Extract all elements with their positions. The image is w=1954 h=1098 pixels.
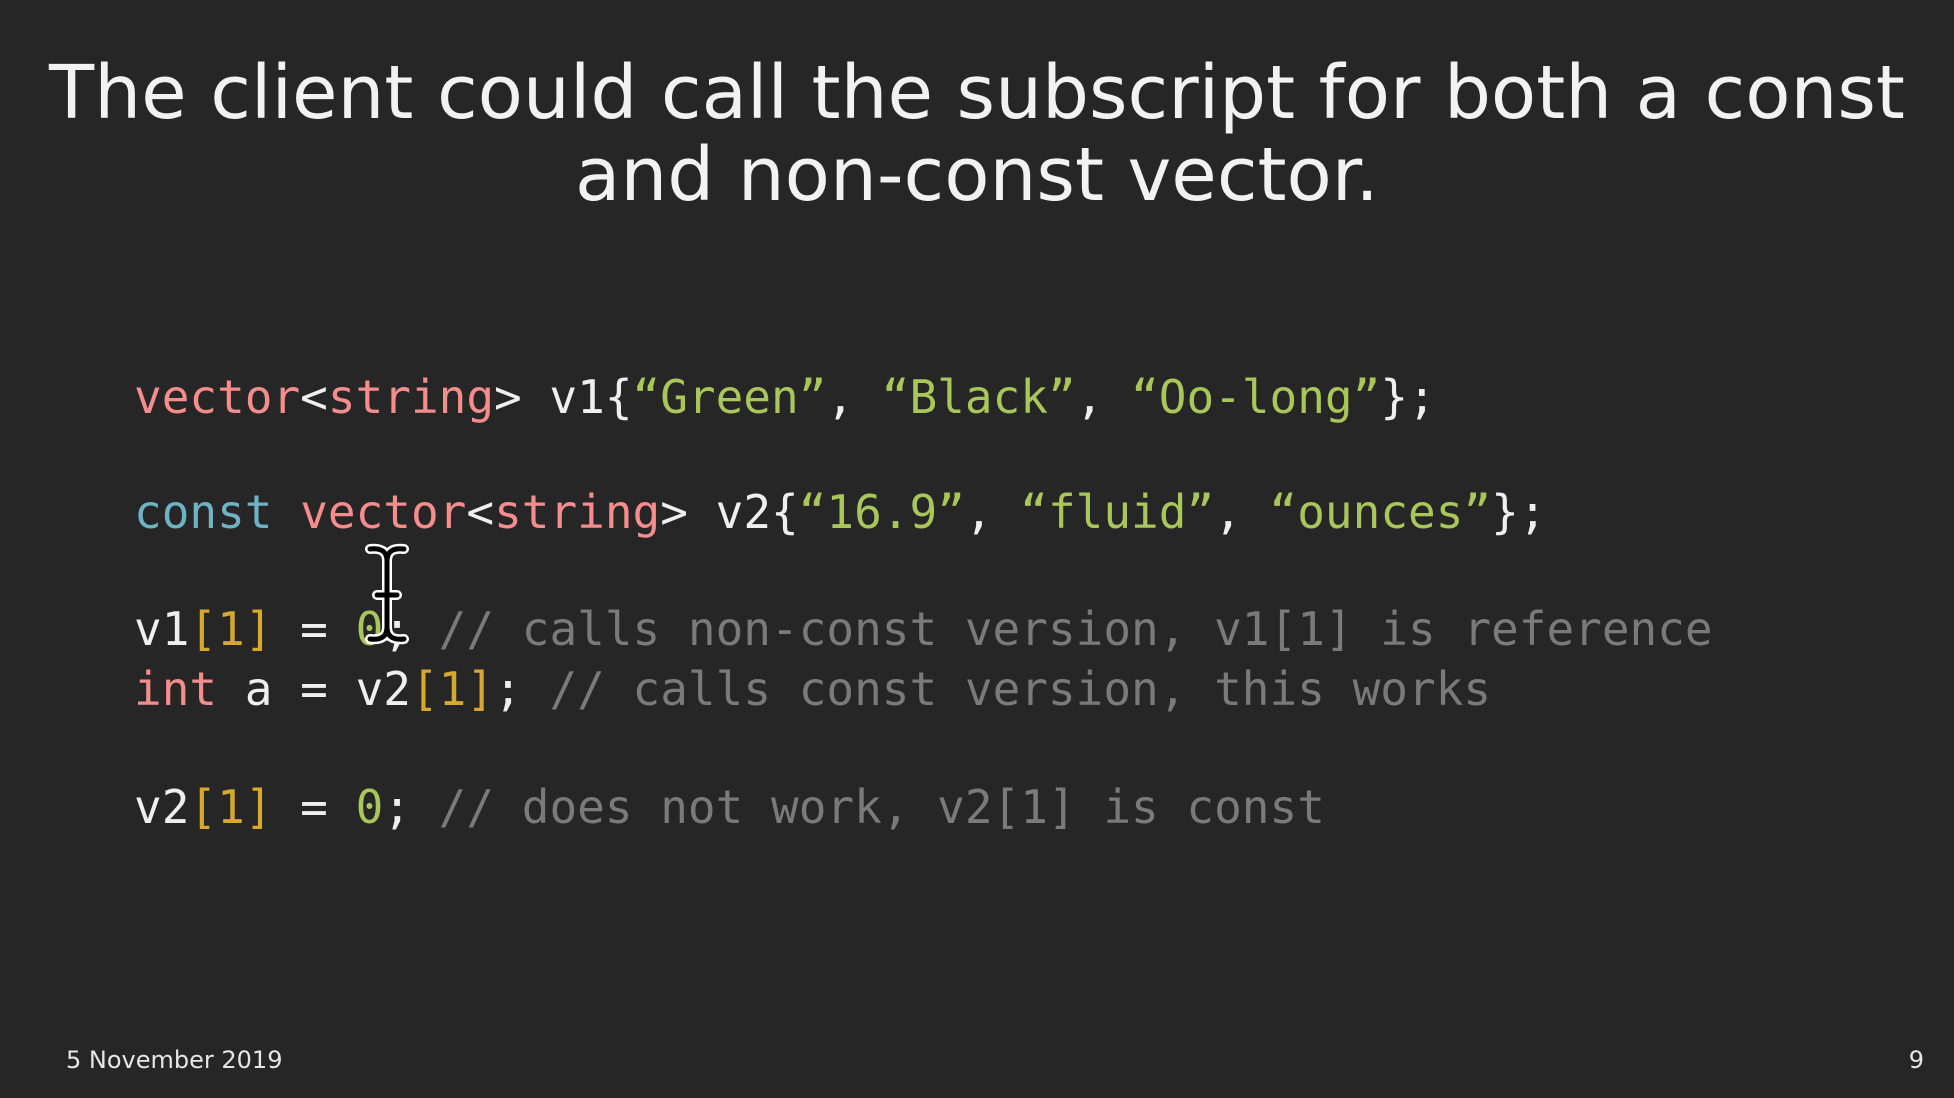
code-token-type: string bbox=[494, 485, 661, 539]
code-token-string: “Green” bbox=[632, 370, 827, 424]
code-token-comment: // does not work, v2[1] is const bbox=[438, 780, 1325, 834]
code-token-punct: , bbox=[1075, 370, 1132, 424]
code-token-punct: , bbox=[826, 370, 882, 424]
code-token-type: int bbox=[134, 662, 218, 716]
slide-page-number: 9 bbox=[1908, 1046, 1924, 1074]
code-token-variable: v1 bbox=[134, 602, 190, 656]
code-token-operator: = bbox=[272, 602, 356, 656]
code-token-text: a = v2 bbox=[217, 662, 411, 716]
slide: The client could call the subscript for … bbox=[0, 0, 1954, 1098]
code-token-punct: > v2{ bbox=[660, 485, 799, 539]
code-token-punct: }; bbox=[1491, 485, 1547, 539]
code-line-2: const vector<string> v2{“16.9”, “fluid”,… bbox=[134, 485, 1547, 539]
code-token-punct: , bbox=[964, 485, 1021, 539]
code-token-type: string bbox=[327, 370, 495, 424]
code-token-index: [1] bbox=[189, 780, 273, 834]
code-token-punct: , bbox=[1214, 485, 1270, 539]
code-token-index: [1] bbox=[189, 602, 273, 656]
code-token-number: 0 bbox=[355, 780, 384, 834]
code-token-string: “ounces” bbox=[1269, 485, 1492, 539]
footer-date: 5 November 2019 bbox=[66, 1046, 283, 1074]
code-token-comment: // calls non-const version, v1[1] is ref… bbox=[438, 602, 1713, 656]
code-token-punct: < bbox=[300, 370, 328, 424]
code-token-punct: ; bbox=[383, 780, 439, 834]
code-line-4: int a = v2[1]; // calls const version, t… bbox=[134, 662, 1491, 716]
code-token-string: “16.9” bbox=[798, 485, 965, 539]
slide-title: The client could call the subscript for … bbox=[49, 50, 1905, 218]
code-token-type: vector bbox=[134, 370, 301, 424]
code-token-variable: v2 bbox=[134, 780, 190, 834]
code-token-keyword: const bbox=[134, 485, 273, 539]
code-token-punct: < bbox=[466, 485, 495, 539]
code-token-type: vector bbox=[300, 485, 467, 539]
code-token-punct: }; bbox=[1380, 370, 1436, 424]
code-line-5: v2[1] = 0; // does not work, v2[1] is co… bbox=[134, 780, 1325, 834]
code-token-string: “Oo-long” bbox=[1131, 370, 1381, 424]
code-token-punct: ; bbox=[494, 662, 550, 716]
code-token-operator: = bbox=[272, 780, 356, 834]
code-token-punct: > v1{ bbox=[494, 370, 633, 424]
code-token-string: “fluid” bbox=[1020, 485, 1215, 539]
code-line-1: vector<string> v1{“Green”, “Black”, “Oo-… bbox=[134, 370, 1436, 424]
code-token-string: “Black” bbox=[881, 370, 1076, 424]
text-cursor-ibeam-icon bbox=[365, 543, 409, 645]
code-token-comment: // calls const version, this works bbox=[549, 662, 1492, 716]
code-token-index: [1] bbox=[410, 662, 495, 716]
